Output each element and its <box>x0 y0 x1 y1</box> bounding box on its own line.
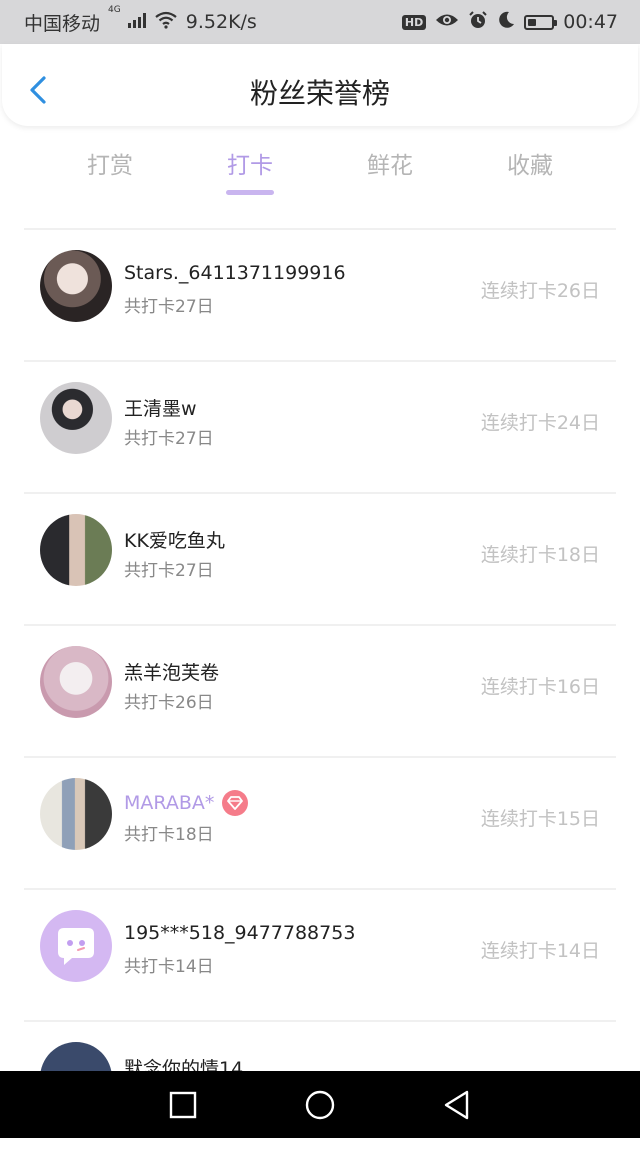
user-name: Stars._6411371199916 <box>124 262 346 284</box>
list-item[interactable]: 195***518_9477788753 共打卡14日 连续打卡14日 <box>0 890 640 1022</box>
clock-time: 00:47 <box>563 11 618 33</box>
streak-checkin: 连续打卡15日 <box>480 808 600 830</box>
back-nav-button[interactable] <box>440 1088 474 1122</box>
streak-checkin: 连续打卡18日 <box>480 544 600 566</box>
total-checkin: 共打卡14日 <box>124 957 214 977</box>
user-name: 羔羊泡芙卷 <box>124 662 220 684</box>
back-icon <box>444 1090 469 1120</box>
battery-icon <box>524 14 558 30</box>
user-name: 195***518_9477788753 <box>124 922 356 944</box>
total-checkin: 共打卡27日 <box>124 429 214 449</box>
list-item[interactable]: 王清墨w 共打卡27日 连续打卡24日 <box>0 362 640 494</box>
total-checkin: 共打卡27日 <box>124 297 214 317</box>
eye-icon <box>435 11 459 33</box>
signal-icon: 4G <box>108 5 146 33</box>
system-nav-bar <box>0 1071 640 1138</box>
chat-bubble-icon <box>58 928 94 965</box>
user-name: 王清墨w <box>124 398 197 420</box>
tab-label: 鲜花 <box>367 153 413 179</box>
recent-apps-icon <box>169 1091 197 1119</box>
network-type-label: 4G <box>108 5 121 15</box>
header: 粉丝荣誉榜 <box>2 44 638 126</box>
diamond-badge-icon <box>222 790 249 816</box>
tab-tip[interactable]: 打赏 <box>50 146 170 180</box>
user-name: MARABA* <box>124 792 215 814</box>
avatar[interactable] <box>40 910 112 982</box>
carrier-label: 中国移动 <box>24 12 101 35</box>
page-title: 粉丝荣誉榜 <box>249 77 390 110</box>
moon-icon <box>497 11 515 34</box>
avatar[interactable] <box>40 382 112 454</box>
alarm-icon <box>468 10 488 35</box>
hd-icon: HD <box>401 14 427 30</box>
streak-checkin: 连续打卡16日 <box>480 676 600 698</box>
avatar[interactable] <box>40 250 112 322</box>
home-button[interactable] <box>303 1088 337 1122</box>
network-speed: 9.52K/s <box>185 11 257 33</box>
avatar[interactable] <box>40 646 112 718</box>
wifi-icon <box>154 11 178 34</box>
tab-flowers[interactable]: 鲜花 <box>330 146 450 180</box>
streak-checkin: 连续打卡26日 <box>480 280 600 302</box>
list-item[interactable]: 羔羊泡芙卷 共打卡26日 连续打卡16日 <box>0 626 640 758</box>
streak-checkin: 连续打卡14日 <box>480 940 600 962</box>
list-item[interactable]: Stars._6411371199916 共打卡27日 连续打卡26日 <box>0 230 640 362</box>
avatar[interactable] <box>40 514 112 586</box>
tab-label: 打卡 <box>227 153 273 179</box>
total-checkin: 共打卡27日 <box>124 561 214 581</box>
total-checkin: 共打卡26日 <box>124 693 214 713</box>
home-icon <box>305 1090 335 1120</box>
avatar[interactable] <box>40 778 112 850</box>
total-checkin: 共打卡18日 <box>124 825 214 845</box>
tab-active-indicator <box>226 190 274 195</box>
tab-checkin[interactable]: 打卡 <box>190 146 310 195</box>
tab-label: 打赏 <box>87 153 133 179</box>
fan-ranking-list: Stars._6411371199916 共打卡27日 连续打卡26日 王清墨w… <box>0 230 640 1154</box>
list-item[interactable]: MARABA* 共打卡18日 连续打卡15日 <box>0 758 640 890</box>
list-item[interactable]: KK爱吃鱼丸 共打卡27日 连续打卡18日 <box>0 494 640 626</box>
tab-favorites[interactable]: 收藏 <box>470 146 590 180</box>
tab-label: 收藏 <box>507 153 553 179</box>
user-name: KK爱吃鱼丸 <box>124 530 225 552</box>
status-bar: 中国移动 4G 9.52K/s HD 00:47 <box>0 0 640 44</box>
tab-bar: 打赏 打卡 鲜花 收藏 <box>40 140 600 200</box>
recent-apps-button[interactable] <box>166 1088 200 1122</box>
streak-checkin: 连续打卡24日 <box>480 412 600 434</box>
user-name-row: MARABA* <box>124 790 249 816</box>
